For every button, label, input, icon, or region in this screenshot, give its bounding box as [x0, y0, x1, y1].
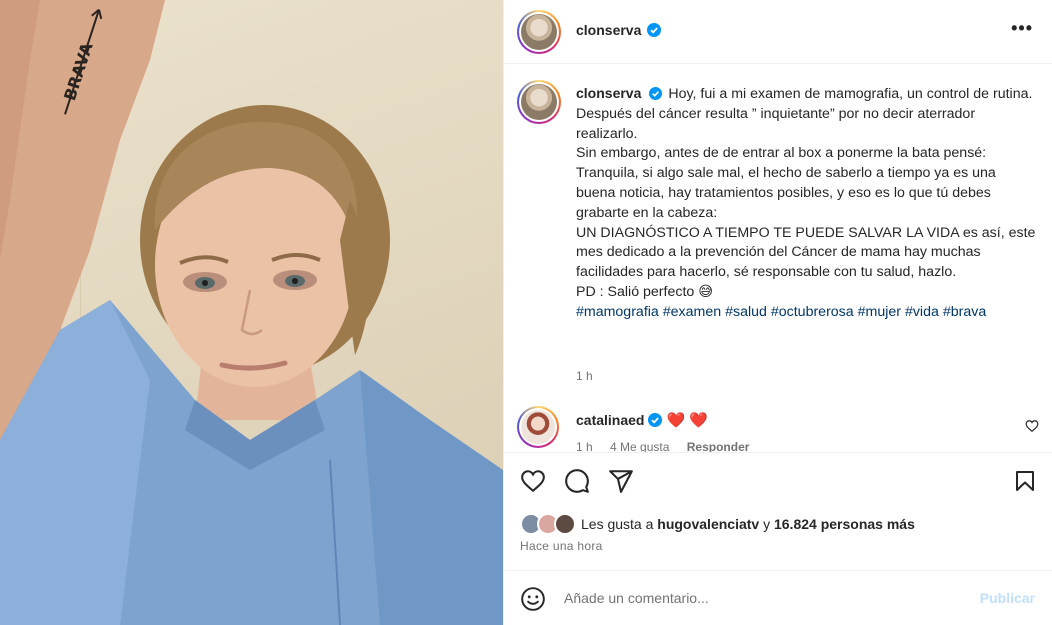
- caption-avatar[interactable]: [517, 80, 561, 124]
- hashtag-link[interactable]: #examen: [663, 304, 721, 320]
- hashtag-link[interactable]: #octubrerosa: [771, 304, 854, 320]
- comment-heart-icon[interactable]: [1025, 419, 1039, 433]
- post-actions: Les gusta a hugovalenciatv y 16.824 pers…: [504, 452, 1052, 570]
- comment-text: ❤️ ❤️: [666, 412, 709, 429]
- post-header: clonserva •••: [504, 0, 1052, 64]
- comment-icon[interactable]: [564, 468, 590, 494]
- comment-likes[interactable]: 4 Me gusta: [610, 440, 669, 452]
- caption-line-2: Después del cáncer resulta ” inquietante…: [576, 105, 976, 142]
- verified-icon: [648, 413, 663, 427]
- heart-icon[interactable]: [520, 468, 546, 494]
- hashtag-link[interactable]: #mujer: [858, 304, 901, 320]
- likes-count[interactable]: 16.824 personas más: [774, 516, 915, 532]
- hashtag-link[interactable]: #salud: [725, 304, 767, 320]
- comment-body: catalinaed ❤️ ❤️: [576, 411, 708, 429]
- author-username[interactable]: clonserva: [576, 22, 641, 38]
- hashtag-link[interactable]: #mamografia: [576, 304, 659, 320]
- post-caption: clonserva Hoy, fui a mi examen de mamogra…: [576, 84, 1036, 323]
- post-photo[interactable]: BRAVA: [0, 0, 503, 625]
- commenter-username[interactable]: catalinaed: [576, 412, 644, 428]
- comment-time[interactable]: 1 h: [576, 440, 593, 452]
- verified-icon: [647, 23, 661, 37]
- author-avatar[interactable]: [517, 10, 561, 54]
- hashtag-link[interactable]: #vida: [905, 304, 939, 320]
- post-side-panel: clonserva ••• clonserva Hoy, fui a mi exa…: [503, 0, 1052, 625]
- caption-line-1: Hoy, fui a mi examen de mamografia, un c…: [668, 86, 1033, 102]
- caption-username[interactable]: clonserva: [576, 85, 641, 101]
- comments-area: clonserva Hoy, fui a mi examen de mamogra…: [504, 65, 1052, 452]
- commenter-avatar[interactable]: [517, 406, 559, 448]
- verified-icon: [649, 87, 663, 100]
- hashtags: #mamografia #examen #salud #octubrerosa …: [576, 303, 1036, 323]
- likes-prefix: Les gusta a: [581, 516, 654, 532]
- more-options-icon[interactable]: •••: [1011, 19, 1033, 37]
- emoji-icon[interactable]: [520, 586, 546, 612]
- comment-input[interactable]: [564, 585, 964, 611]
- reply-button[interactable]: Responder: [687, 440, 750, 452]
- caption-line-3: Sin embargo, antes de de entrar al box a…: [576, 145, 996, 221]
- bookmark-icon[interactable]: [1013, 468, 1037, 494]
- publish-button[interactable]: Publicar: [980, 590, 1035, 606]
- selfie-illustration: BRAVA: [0, 0, 503, 625]
- likes-user[interactable]: hugovalenciatv: [657, 516, 759, 532]
- comment-meta: 1 h 4 Me gusta Responder: [576, 440, 763, 452]
- liker-avatars[interactable]: [520, 513, 578, 535]
- instagram-post-modal: BRAVA clonserva ••• clonserva Hoy, fui a…: [0, 0, 1052, 625]
- add-comment-bar: Publicar: [504, 570, 1052, 625]
- posted-ago[interactable]: Hace una hora: [520, 539, 603, 553]
- share-icon[interactable]: [608, 468, 634, 494]
- caption-time[interactable]: 1 h: [576, 369, 593, 383]
- caption-line-5: PD : Salió perfecto 😅: [576, 283, 714, 300]
- likes-summary: Les gusta a hugovalenciatv y 16.824 pers…: [520, 513, 915, 535]
- caption-line-4: UN DIAGNÓSTICO A TIEMPO TE PUEDE SALVAR …: [576, 224, 1036, 281]
- hashtag-link[interactable]: #brava: [943, 304, 986, 320]
- likes-middle: y: [763, 516, 771, 532]
